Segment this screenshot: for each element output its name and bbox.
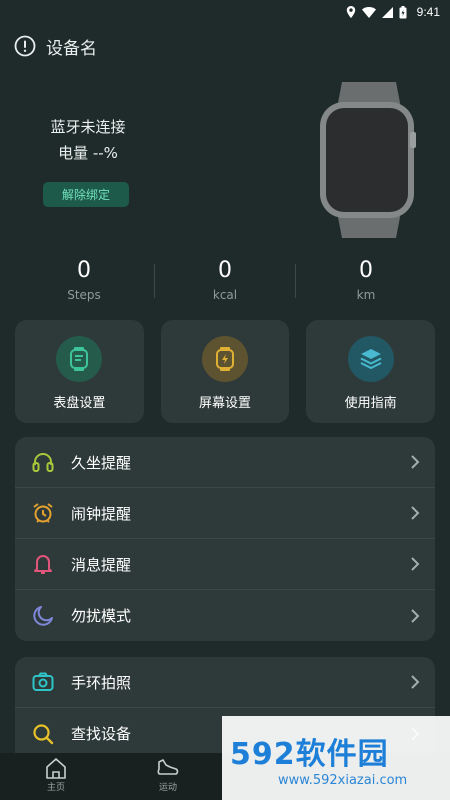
nav-label: 主页: [46, 783, 65, 793]
chevron-right-icon: [411, 675, 420, 689]
menu-label: 消息提醒: [71, 555, 132, 574]
sedentary-reminder-item[interactable]: 久坐提醒: [15, 437, 435, 488]
menu-label: 久坐提醒: [71, 453, 132, 472]
card-label: 表盘设置: [53, 396, 106, 411]
nav-sport[interactable]: 运动: [112, 753, 224, 800]
watch-face-settings-card[interactable]: 表盘设置: [15, 320, 144, 423]
header: 设备名: [0, 28, 450, 64]
reminders-menu: 久坐提醒 闹钟提醒 消息提醒 勿扰模式: [15, 437, 435, 641]
stat-label: kcal: [212, 288, 238, 302]
moon-icon: [31, 604, 55, 628]
menu-label: 闹钟提醒: [71, 504, 132, 523]
search-icon: [31, 722, 55, 746]
device-name-title: 设备名: [46, 38, 97, 59]
layers-icon: [347, 336, 394, 382]
shoe-icon: [157, 759, 179, 775]
user-guide-card[interactable]: 使用指南: [306, 320, 436, 423]
chevron-right-icon: [411, 557, 420, 571]
device-status: 蓝牙未连接 电量 --%: [38, 114, 138, 166]
nav-home[interactable]: 主页: [0, 753, 112, 800]
chevron-right-icon: [411, 455, 420, 469]
camera-icon: [31, 670, 55, 694]
stat-value: 0: [77, 258, 91, 283]
chevron-right-icon: [411, 506, 420, 520]
unbind-button[interactable]: 解除绑定: [43, 182, 129, 207]
alarm-reminder-item[interactable]: 闹钟提醒: [15, 488, 435, 539]
chevron-right-icon: [411, 608, 420, 623]
signal-icon: [381, 6, 393, 18]
quick-cards: 表盘设置 屏幕设置 使用指南: [15, 320, 436, 423]
stat-kcal: 0 kcal: [155, 258, 295, 308]
battery-status: 电量 --%: [58, 144, 118, 162]
stat-label: Steps: [67, 288, 101, 302]
stat-value: 0: [218, 258, 232, 283]
stat-km: 0 km: [296, 258, 436, 308]
watermark: 592软件园 www.592xiazai.com: [222, 716, 450, 800]
stat-value: 0: [359, 258, 373, 283]
stat-steps: 0 Steps: [14, 258, 154, 308]
screen-icon: [202, 336, 248, 382]
menu-label: 手环拍照: [71, 673, 132, 692]
card-label: 使用指南: [344, 396, 397, 411]
connection-status: 蓝牙未连接: [50, 118, 126, 136]
watch-face-icon: [56, 336, 103, 382]
status-bar: 9:41: [0, 0, 450, 24]
stat-label: km: [356, 288, 376, 302]
message-reminder-item[interactable]: 消息提醒: [15, 539, 435, 590]
watch-image: [320, 82, 416, 238]
camera-item[interactable]: 手环拍照: [15, 657, 435, 708]
menu-label: 勿扰模式: [71, 607, 132, 625]
headphones-icon: [31, 450, 55, 474]
bell-icon: [31, 552, 55, 576]
status-time: 9:41: [416, 5, 440, 19]
location-icon: [346, 6, 355, 18]
watermark-title: 592软件园: [230, 736, 389, 772]
alarm-clock-icon: [31, 501, 55, 525]
alert-icon[interactable]: [14, 35, 36, 57]
watermark-url: www.592xiazai.com: [278, 772, 408, 788]
screen-settings-card[interactable]: 屏幕设置: [160, 320, 290, 423]
battery-icon: [399, 5, 407, 18]
home-icon: [46, 758, 66, 779]
do-not-disturb-item[interactable]: 勿扰模式: [15, 590, 435, 641]
wifi-icon: [361, 6, 376, 18]
card-label: 屏幕设置: [199, 396, 252, 411]
nav-label: 运动: [158, 783, 177, 793]
stats-row: 0 Steps 0 kcal 0 km: [14, 258, 436, 308]
